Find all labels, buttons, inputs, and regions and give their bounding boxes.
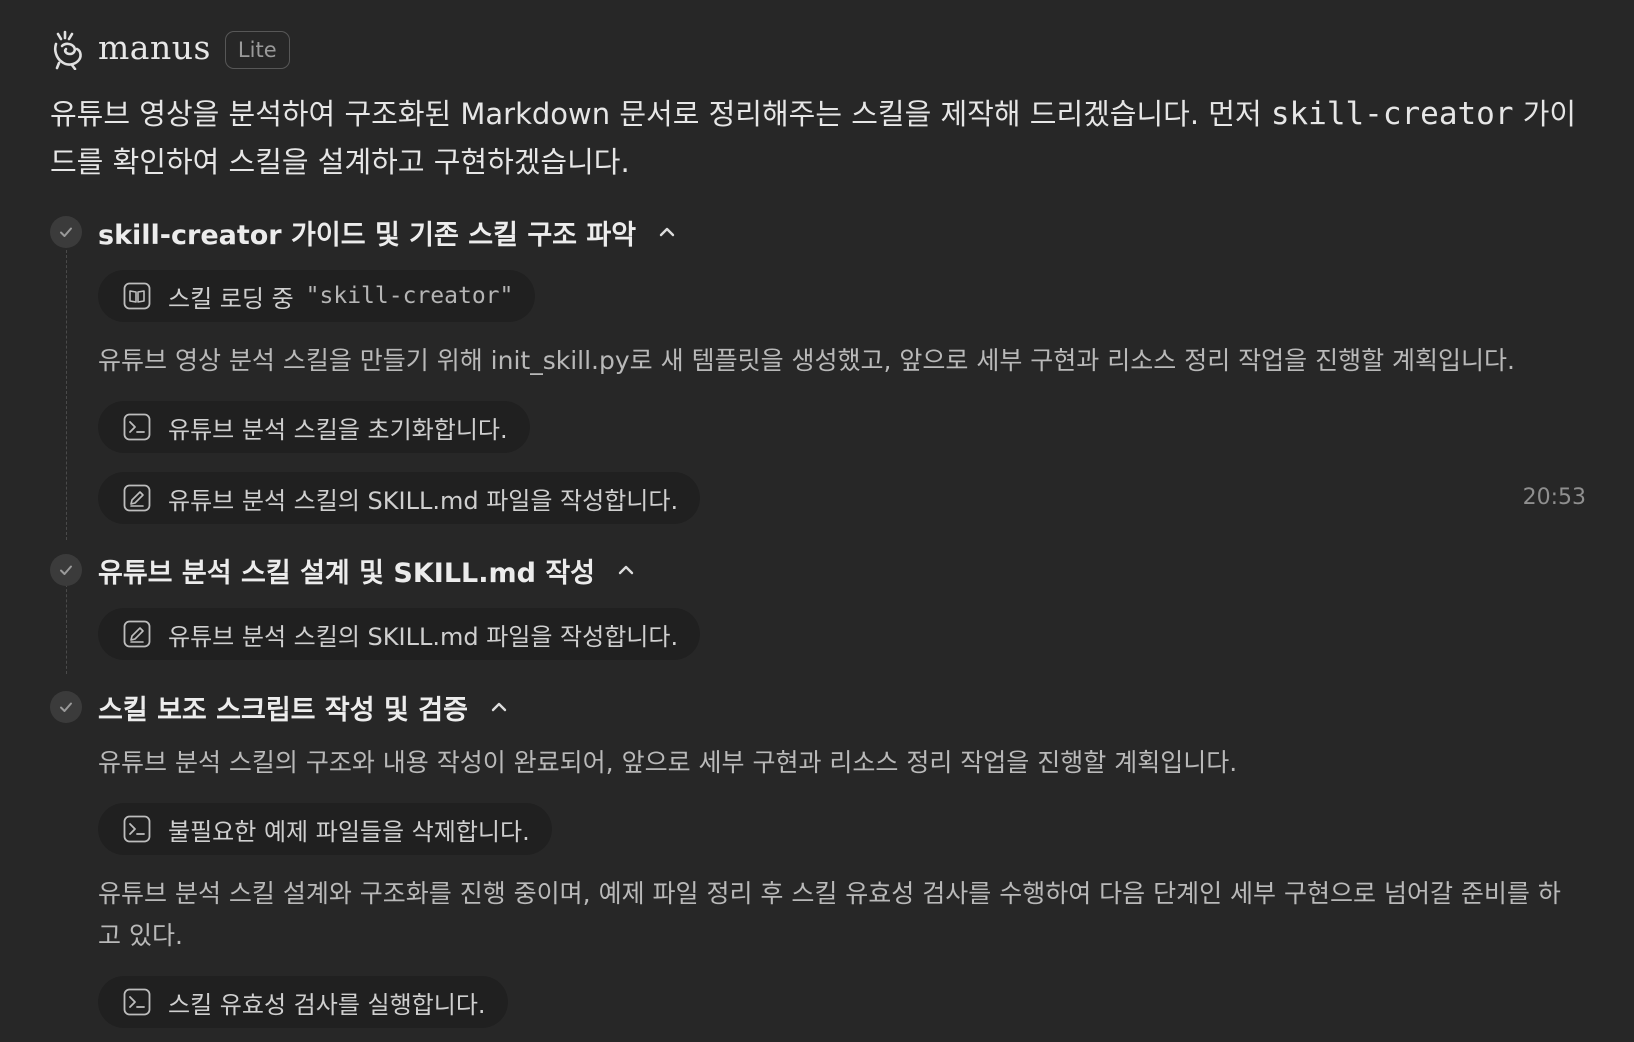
step-label: 유튜브 분석 스킬을 초기화합니다. (168, 415, 508, 444)
step-pill-validate-skill[interactable]: 스킬 유효성 검사를 실행합니다. (98, 976, 508, 1028)
intro-text-before: 유튜브 영상을 분석하여 구조화된 Markdown 문서로 정리해주는 스킬을… (50, 97, 1271, 131)
step-paragraph: 유튜브 분석 스킬 설계와 구조화를 진행 중이며, 예제 파일 정리 후 스킬… (98, 879, 1561, 950)
step-pill-skill-loading[interactable]: 스킬 로딩 중 "skill-creator" (98, 270, 536, 322)
section-title: skill-creator 가이드 및 기존 스킬 구조 파악 (98, 219, 637, 251)
terminal-icon (123, 988, 151, 1016)
manus-logo-icon (53, 30, 82, 70)
book-icon (123, 282, 151, 310)
section-title: 스킬 보조 스크립트 작성 및 검증 (98, 694, 468, 726)
section-header-1[interactable]: skill-creator 가이드 및 기존 스킬 구조 파악 (98, 213, 678, 251)
terminal-icon (123, 413, 151, 441)
step-pill-delete-examples[interactable]: 불필요한 예제 파일들을 삭제합니다. (98, 803, 552, 855)
step-label: 불필요한 예제 파일들을 삭제합니다. (168, 817, 530, 846)
chevron-up-icon[interactable] (488, 696, 510, 718)
section-title: 유튜브 분석 스킬 설계 및 SKILL.md 작성 (98, 557, 596, 589)
step-label: 유튜브 분석 스킬의 SKILL.md 파일을 작성합니다. (168, 486, 679, 515)
step-complete-check-icon (50, 554, 82, 586)
step-pill-init-skill[interactable]: 유튜브 분석 스킬을 초기화합니다. (98, 401, 530, 453)
terminal-icon (123, 815, 151, 843)
step-paragraph: 유튜브 영상 분석 스킬을 만들기 위해 init_skill.py로 새 템플… (98, 346, 1515, 375)
chevron-up-icon[interactable] (656, 221, 678, 243)
step-timestamp: 20:53 (1522, 485, 1586, 510)
intro-message: 유튜브 영상을 분석하여 구조화된 Markdown 문서로 정리해주는 스킬을… (50, 90, 1590, 186)
section-header-3[interactable]: 스킬 보조 스크립트 작성 및 검증 (98, 688, 510, 726)
edit-icon (123, 484, 151, 512)
chevron-up-icon[interactable] (615, 559, 637, 581)
step-paragraph: 유튜브 분석 스킬의 구조와 내용 작성이 완료되어, 앞으로 세부 구현과 리… (98, 748, 1238, 777)
step-complete-check-icon (50, 691, 82, 723)
step-pill-write-skill-md[interactable]: 유튜브 분석 스킬의 SKILL.md 파일을 작성합니다. (98, 472, 701, 524)
step-code: "skill-creator" (305, 283, 514, 309)
tier-badge: Lite (224, 31, 290, 69)
section-header-2[interactable]: 유튜브 분석 스킬 설계 및 SKILL.md 작성 (98, 551, 637, 589)
step-label: 스킬 유효성 검사를 실행합니다. (168, 990, 486, 1019)
step-complete-check-icon (50, 216, 82, 248)
step-pill-write-skill-md[interactable]: 유튜브 분석 스킬의 SKILL.md 파일을 작성합니다. (98, 608, 701, 660)
step-label: 유튜브 분석 스킬의 SKILL.md 파일을 작성합니다. (168, 622, 679, 651)
app-header: manus Lite (50, 26, 290, 74)
timeline-connector (66, 584, 67, 674)
edit-icon (123, 620, 151, 648)
step-label: 스킬 로딩 중 (168, 284, 294, 313)
timeline-connector (66, 250, 67, 540)
brand-name: manus (98, 27, 211, 67)
intro-code: skill-creator (1270, 96, 1514, 132)
